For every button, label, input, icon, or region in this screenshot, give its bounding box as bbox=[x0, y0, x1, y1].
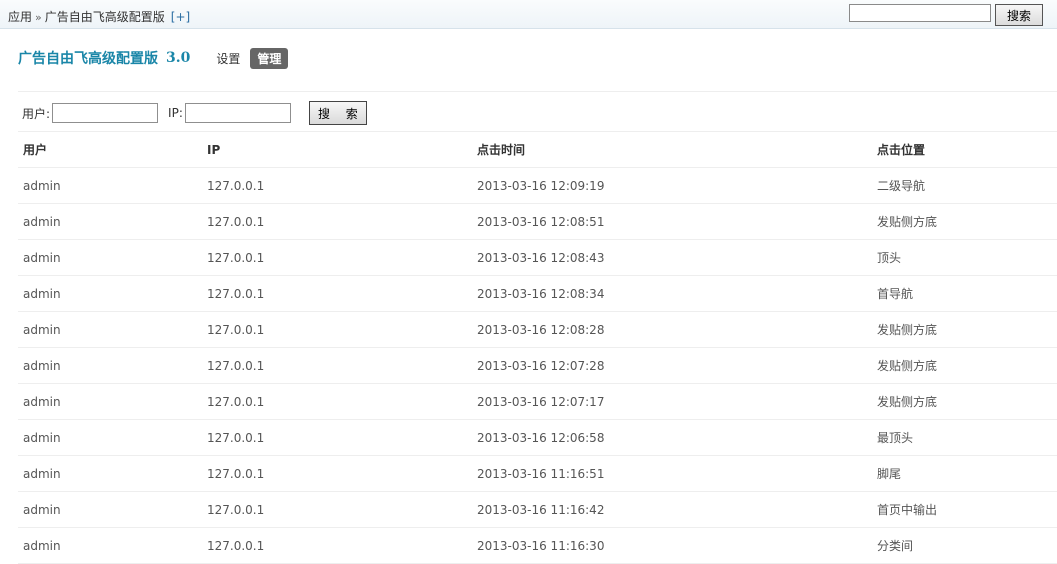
divider bbox=[18, 91, 1057, 92]
cell-user: admin bbox=[18, 383, 202, 420]
cell-ip: 127.0.0.1 bbox=[202, 527, 472, 564]
version-label: 3.0 bbox=[166, 50, 191, 66]
column-header-ip: IP bbox=[202, 132, 472, 168]
click-log-table: 用户 IP 点击时间 点击位置 admin 127.0.0.1 2013-03-16… bbox=[18, 132, 1057, 564]
tab-settings[interactable]: 设置 bbox=[216, 50, 240, 67]
global-search-button[interactable]: 搜索 bbox=[995, 4, 1043, 26]
cell-user: admin bbox=[18, 419, 202, 456]
ip-filter-input[interactable] bbox=[184, 103, 291, 123]
cell-click-time: 2013-03-16 12:09:19 bbox=[472, 167, 872, 204]
cell-click-position: 最顶头 bbox=[872, 419, 1057, 456]
table-row: admin 127.0.0.1 2013-03-16 12:08:28 发贴侧方底 bbox=[18, 311, 1057, 348]
table-row: admin 127.0.0.1 2013-03-16 11:16:51 脚尾 bbox=[18, 455, 1057, 492]
cell-user: admin bbox=[18, 527, 202, 564]
table-row: admin 127.0.0.1 2013-03-16 11:16:30 分类间 bbox=[18, 527, 1057, 564]
cell-click-position: 顶头 bbox=[872, 239, 1057, 276]
cell-user: admin bbox=[18, 239, 202, 276]
cell-click-position: 发贴侧方底 bbox=[872, 347, 1057, 384]
cell-click-position: 脚尾 bbox=[872, 455, 1057, 492]
page-title: 广告自由飞高级配置版 bbox=[18, 51, 158, 67]
global-search-input[interactable] bbox=[849, 4, 991, 22]
cell-click-time: 2013-03-16 12:06:58 bbox=[472, 419, 872, 456]
add-shortcut-link[interactable]: [+] bbox=[171, 10, 190, 24]
cell-click-time: 2013-03-16 12:08:43 bbox=[472, 239, 872, 276]
cell-click-position: 发贴侧方底 bbox=[872, 311, 1057, 348]
cell-user: admin bbox=[18, 491, 202, 528]
table-body: admin 127.0.0.1 2013-03-16 12:09:19 二级导航 adm… bbox=[18, 167, 1057, 564]
cell-user: admin bbox=[18, 203, 202, 240]
cell-click-position: 发贴侧方底 bbox=[872, 203, 1057, 240]
table-row: admin 127.0.0.1 2013-03-16 12:07:28 发贴侧方底 bbox=[18, 347, 1057, 384]
cell-click-position: 二级导航 bbox=[872, 167, 1057, 204]
table-row: admin 127.0.0.1 2013-03-16 12:08:43 顶头 bbox=[18, 239, 1057, 276]
cell-click-time: 2013-03-16 12:08:28 bbox=[472, 311, 872, 348]
column-header-user: 用户 bbox=[18, 132, 202, 168]
cell-click-time: 2013-03-16 11:16:42 bbox=[472, 491, 872, 528]
top-bar: 应用» 广告自由飞高级配置版 [+] 搜索 bbox=[0, 0, 1057, 29]
cell-ip: 127.0.0.1 bbox=[202, 275, 472, 312]
cell-click-time: 2013-03-16 12:07:17 bbox=[472, 383, 872, 420]
column-header-click-time: 点击时间 bbox=[472, 132, 872, 168]
cell-ip: 127.0.0.1 bbox=[202, 419, 472, 456]
cell-ip: 127.0.0.1 bbox=[202, 203, 472, 240]
cell-click-position: 首导航 bbox=[872, 275, 1057, 312]
table-row: admin 127.0.0.1 2013-03-16 12:07:17 发贴侧方底 bbox=[18, 383, 1057, 420]
cell-ip: 127.0.0.1 bbox=[202, 491, 472, 528]
breadcrumb-current: 广告自由飞高级配置版 bbox=[44, 10, 165, 24]
cell-click-time: 2013-03-16 12:08:34 bbox=[472, 275, 872, 312]
cell-ip: 127.0.0.1 bbox=[202, 455, 472, 492]
user-filter-label: 用户: bbox=[22, 106, 51, 121]
cell-user: admin bbox=[18, 311, 202, 348]
cell-user: admin bbox=[18, 347, 202, 384]
breadcrumb: 应用» 广告自由飞高级配置版 [+] bbox=[8, 8, 190, 25]
breadcrumb-separator: » bbox=[35, 11, 42, 24]
cell-user: admin bbox=[18, 275, 202, 312]
user-filter-input[interactable] bbox=[52, 103, 159, 123]
cell-ip: 127.0.0.1 bbox=[202, 311, 472, 348]
ip-filter-label: IP: bbox=[168, 106, 183, 120]
cell-click-time: 2013-03-16 12:07:28 bbox=[472, 347, 872, 384]
cell-ip: 127.0.0.1 bbox=[202, 383, 472, 420]
table-row: admin 127.0.0.1 2013-03-16 12:08:51 发贴侧方底 bbox=[18, 203, 1057, 240]
column-header-click-position: 点击位置 bbox=[872, 132, 1057, 168]
cell-click-time: 2013-03-16 11:16:30 bbox=[472, 527, 872, 564]
cell-user: admin bbox=[18, 455, 202, 492]
cell-ip: 127.0.0.1 bbox=[202, 347, 472, 384]
table-row: admin 127.0.0.1 2013-03-16 12:08:34 首导航 bbox=[18, 275, 1057, 312]
table-row: admin 127.0.0.1 2013-03-16 12:06:58 最顶头 bbox=[18, 419, 1057, 456]
cell-click-time: 2013-03-16 11:16:51 bbox=[472, 455, 872, 492]
cell-click-time: 2013-03-16 12:08:51 bbox=[472, 203, 872, 240]
table-row: admin 127.0.0.1 2013-03-16 12:09:19 二级导航 bbox=[18, 167, 1057, 204]
table-header-row: 用户 IP 点击时间 点击位置 bbox=[18, 132, 1057, 168]
cell-click-position: 发贴侧方底 bbox=[872, 383, 1057, 420]
cell-click-position: 分类间 bbox=[872, 527, 1057, 564]
table-row: admin 127.0.0.1 2013-03-16 11:16:42 首页中输出 bbox=[18, 491, 1057, 528]
page-header: 广告自由飞高级配置版 3.0 设置 管理 bbox=[18, 46, 289, 70]
filter-form: 用户: IP: 搜 索 bbox=[22, 101, 367, 125]
tab-manage[interactable]: 管理 bbox=[250, 47, 289, 69]
breadcrumb-root-link[interactable]: 应用 bbox=[8, 10, 32, 24]
cell-click-position: 首页中输出 bbox=[872, 491, 1057, 528]
cell-ip: 127.0.0.1 bbox=[202, 239, 472, 276]
cell-ip: 127.0.0.1 bbox=[202, 167, 472, 204]
cell-user: admin bbox=[18, 167, 202, 204]
filter-search-button[interactable]: 搜 索 bbox=[308, 101, 367, 125]
